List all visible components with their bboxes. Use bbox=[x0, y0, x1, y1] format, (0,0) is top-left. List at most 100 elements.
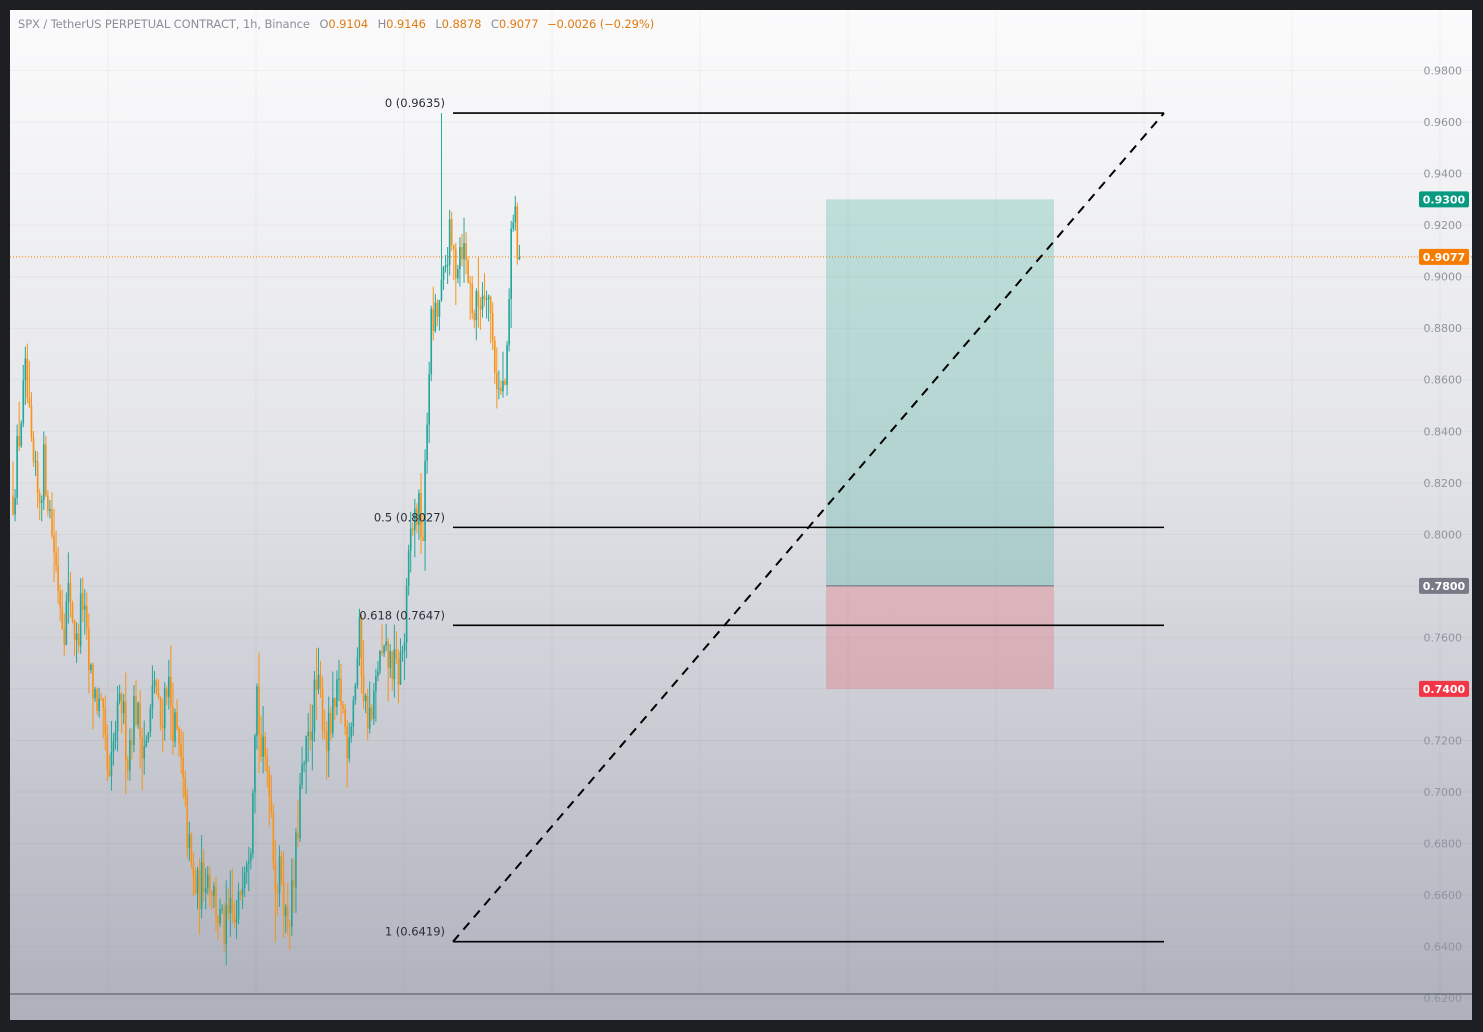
candle-body bbox=[366, 695, 369, 729]
candle-body bbox=[282, 881, 285, 917]
candle-body bbox=[354, 685, 357, 701]
price-axis-tick: 0.8000 bbox=[1424, 528, 1463, 541]
candle-body bbox=[12, 495, 14, 515]
candle-body bbox=[26, 358, 29, 398]
high-key: H bbox=[377, 17, 387, 31]
candle-body bbox=[196, 870, 199, 894]
price-axis-tick: 0.8200 bbox=[1424, 477, 1463, 490]
candle-body bbox=[36, 461, 39, 493]
price-axis-tick: 0.8600 bbox=[1424, 374, 1463, 387]
high-value: 0.9146 bbox=[386, 17, 426, 31]
candle-body bbox=[135, 696, 137, 725]
candle-body bbox=[172, 706, 174, 742]
candle-body bbox=[42, 444, 45, 501]
price-axis-tick: 0.6400 bbox=[1424, 941, 1463, 954]
candle-body bbox=[118, 693, 121, 702]
candle-body bbox=[247, 860, 250, 864]
candle-body bbox=[102, 698, 105, 709]
candle-body bbox=[321, 689, 324, 730]
candle-body bbox=[124, 701, 127, 761]
fib-level-label: 1 (0.6419) bbox=[385, 925, 445, 939]
chart-background bbox=[10, 10, 1472, 1020]
fib-level-label: 0.5 (0.8027) bbox=[374, 510, 445, 524]
candle-body bbox=[122, 701, 125, 714]
candle-body bbox=[395, 649, 398, 659]
candle-body bbox=[514, 206, 517, 223]
candle-body bbox=[409, 528, 412, 551]
candle-body bbox=[379, 650, 381, 672]
candle-body bbox=[202, 862, 205, 893]
price-axis-tick: 0.9000 bbox=[1424, 271, 1463, 284]
candle-body bbox=[209, 874, 211, 892]
candle-body bbox=[163, 688, 166, 729]
candle-body bbox=[200, 862, 203, 909]
candle-body bbox=[272, 813, 275, 863]
candle-body bbox=[440, 279, 443, 301]
candle-body bbox=[79, 593, 82, 646]
price-axis-tick: 0.9400 bbox=[1424, 168, 1463, 181]
open-value: 0.9104 bbox=[328, 17, 369, 31]
candle-body bbox=[368, 707, 371, 729]
candle-body bbox=[16, 436, 18, 499]
candle-body bbox=[217, 915, 219, 924]
change-value: −0.0026 (−0.29%) bbox=[547, 17, 655, 31]
candle-body bbox=[225, 904, 228, 945]
candle-body bbox=[57, 565, 59, 592]
candle-body bbox=[139, 703, 141, 738]
candle-body bbox=[311, 731, 314, 741]
candle-body bbox=[88, 628, 90, 671]
candle-body bbox=[510, 228, 512, 300]
price-axis-tick: 0.9800 bbox=[1424, 65, 1463, 78]
candle-body bbox=[237, 891, 240, 920]
candle-body bbox=[170, 676, 172, 707]
fib-level-label: 0 (0.9635) bbox=[385, 96, 445, 110]
candle-body bbox=[487, 296, 490, 299]
candle-body bbox=[450, 219, 453, 245]
candle-body bbox=[500, 388, 502, 392]
candle-body bbox=[426, 424, 428, 461]
candle-body bbox=[498, 388, 500, 390]
candle-body bbox=[204, 887, 207, 893]
candle-body bbox=[53, 535, 55, 553]
candle-body bbox=[264, 736, 266, 757]
candle-body bbox=[356, 657, 359, 686]
candle-body bbox=[227, 904, 230, 914]
candle-body bbox=[235, 919, 238, 923]
candle-body bbox=[307, 731, 310, 736]
candle-body bbox=[280, 856, 283, 882]
candle-body bbox=[155, 680, 158, 694]
candle-body bbox=[471, 283, 474, 314]
candle-body bbox=[301, 764, 303, 785]
candle-body bbox=[336, 679, 338, 707]
candle-body bbox=[446, 264, 449, 266]
price-badge-label: 0.7400 bbox=[1423, 683, 1466, 696]
candle-body bbox=[397, 658, 400, 685]
chart-canvas[interactable]: 0 (0.9635) 0.5 (0.8027) 0.618 (0.7647) 1 (0… bbox=[10, 10, 1472, 1020]
candle-body bbox=[77, 633, 80, 646]
candle-body bbox=[161, 725, 164, 729]
candle-body bbox=[114, 731, 117, 742]
candle-body bbox=[268, 771, 271, 797]
candle-body bbox=[506, 344, 508, 385]
candle-body bbox=[141, 737, 143, 759]
candle-body bbox=[407, 550, 410, 586]
candle-body bbox=[401, 650, 404, 653]
candle-body bbox=[295, 832, 297, 888]
candle-body bbox=[297, 832, 299, 839]
candle-body bbox=[504, 380, 506, 385]
candle-body bbox=[22, 380, 25, 424]
candle-body bbox=[276, 892, 279, 894]
candle-body bbox=[143, 746, 146, 759]
candle-body bbox=[434, 302, 437, 331]
candle-body bbox=[391, 651, 394, 680]
long-position-tool[interactable] bbox=[826, 199, 1054, 689]
candle-body bbox=[516, 206, 519, 260]
price-axis-tick: 0.7600 bbox=[1424, 631, 1463, 644]
candle-body bbox=[465, 243, 467, 261]
candle-body bbox=[518, 256, 521, 260]
candle-body bbox=[348, 737, 351, 759]
symbol-title[interactable]: SPX / TetherUS PERPETUAL CONTRACT, 1h, B… bbox=[18, 17, 310, 31]
candle-body bbox=[455, 248, 457, 279]
candle-body bbox=[81, 593, 84, 610]
candle-body bbox=[186, 796, 189, 849]
